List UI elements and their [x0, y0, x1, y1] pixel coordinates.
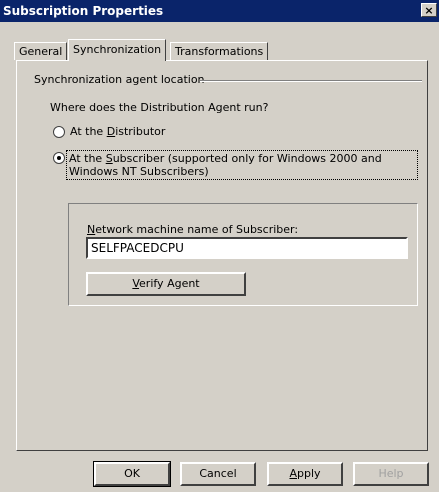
- verify-agent-button[interactable]: Verify Agent: [86, 272, 246, 296]
- window-title: Subscription Properties: [3, 4, 164, 18]
- help-button: Help: [353, 462, 429, 486]
- close-icon[interactable]: ×: [421, 3, 437, 17]
- tab-transformations[interactable]: Transformations: [170, 42, 269, 60]
- radio-subscriber[interactable]: [53, 152, 65, 164]
- apply-button[interactable]: Apply: [267, 462, 343, 486]
- radio-subscriber-label[interactable]: At the Subscriber (supported only for Wi…: [66, 150, 418, 180]
- radio-distributor-label[interactable]: At the Distributor: [70, 125, 165, 138]
- group-label: Synchronization agent location: [34, 73, 205, 86]
- radio-distributor[interactable]: [53, 126, 65, 138]
- machine-name-label: Network machine name of Subscriber:: [87, 223, 299, 236]
- machine-name-input[interactable]: SELFPACEDCPU: [86, 237, 408, 259]
- tab-synchronization[interactable]: Synchronization: [68, 39, 167, 61]
- ok-button[interactable]: OK: [93, 461, 171, 487]
- question-label: Where does the Distribution Agent run?: [50, 101, 269, 114]
- group-divider: [200, 80, 422, 82]
- title-bar: Subscription Properties ×: [0, 0, 439, 22]
- tab-general[interactable]: General: [14, 42, 68, 60]
- cancel-button[interactable]: Cancel: [180, 462, 256, 486]
